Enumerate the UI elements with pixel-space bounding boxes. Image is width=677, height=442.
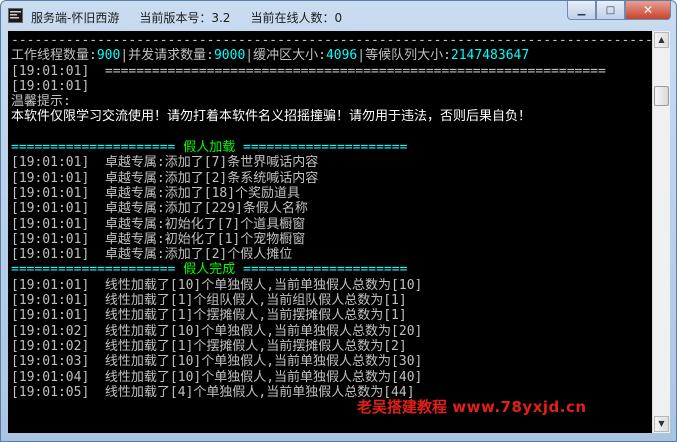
console-line-segment: 工作线程数量: [11,48,97,64]
console-line-segment: 9000 [213,48,246,64]
console-line: [19:01:01] 线性加载了[1]个组队假人,当前组队假人总数为[1] [11,293,407,309]
console-line: [19:01:01] 线性加载了[10]个单独假人,当前单独假人总数为[10] [11,277,423,293]
console-line-segment: |并发请求数量: [120,48,214,64]
scroll-up-arrow[interactable]: ▲ [654,32,669,48]
version-label: 当前版本号：3.2 [139,11,231,25]
console-line: [19:01:01] 线性加载了[1]个摆摊假人,当前摆摊假人总数为[1] [11,308,407,324]
console-line: [19:01:02] 线性加载了[10]个单独假人,当前单独假人总数为[20] [11,323,423,339]
console-line: ===================== 假人加载 =============… [11,140,651,155]
console-output[interactable]: ----------------------------------------… [8,31,652,433]
app-name: 服务端-怀旧西游 [31,11,120,25]
window-title: 服务端-怀旧西游 当前版本号：3.2 当前在线人数：0 [31,9,342,26]
console-line-segment: 假人完成 [175,262,244,278]
console-line-segment: 4096 [325,48,358,64]
maximize-button[interactable]: □ [596,1,625,20]
server-console-window: 服务端-怀旧西游 当前版本号：3.2 当前在线人数：0 ▁ □ ✕ --------… [0,0,677,442]
close-button[interactable]: ✕ [625,1,671,20]
online-count-label: 当前在线人数：0 [250,11,343,25]
console-line: [19:01:01] 卓越专属:初始化了[7]个道具橱窗 [11,216,306,232]
console-line: [19:01:01] 卓越专属:添加了[7]条世界喊话内容 [11,155,319,171]
console-line: [19:01:01] 卓越专属:添加了[2]个假人摊位 [11,247,293,263]
console-line: [19:01:01] =============================… [11,63,606,79]
console-lines: ----------------------------------------… [11,33,651,400]
app-icon [8,8,23,23]
console-line-segment: ===================== [243,140,408,156]
console-line: 本软件仅限学习交流使用！请勿打着本软件名义招摇撞骗！请勿用于违法，否则后果自负！ [11,109,532,125]
minimize-button[interactable]: ▁ [567,1,596,20]
console-line-segment: ===================== [243,262,408,278]
title-bar[interactable]: 服务端-怀旧西游 当前版本号：3.2 当前在线人数：0 ▁ □ ✕ [1,1,676,31]
console-line: [19:01:01] 卓越专属:添加了[18]个奖励道具 [11,185,301,201]
window-controls: ▁ □ ✕ [567,1,671,20]
console-line-segment: 900 [96,48,121,64]
console-line-segment: 2147483647 [450,48,530,64]
console-line: [19:01:02] 线性加载了[1]个摆摊假人,当前摆摊假人总数为[2] [11,338,407,354]
console-line: ----------------------------------------… [11,33,651,48]
console-line: 温馨提示: [11,94,71,110]
console-line-segment: |缓冲区大小: [245,48,326,64]
watermark-url: www.78yxjd.cn [452,398,587,416]
console-line-segment: |等候队列大小: [357,48,451,64]
console-line: [19:01:03] 线性加载了[10]个单独假人,当前单独假人总数为[30] [11,354,423,370]
minimize-icon: ▁ [577,4,586,16]
maximize-icon: □ [605,4,616,16]
console-line: [19:01:01] [11,78,90,94]
console-line-segment: ===================== [11,262,176,278]
scroll-down-arrow[interactable]: ▼ [654,416,669,432]
console-line: [19:01:01] 卓越专属:添加了[2]条系统喊话内容 [11,170,319,186]
console-line: [19:01:01] 卓越专属:添加了[229]条假人名称 [11,201,308,217]
scroll-thumb[interactable] [654,86,669,106]
watermark: 老吴搭建教程 www.78yxjd.cn [357,396,587,417]
console-line: ===================== 假人完成 =============… [11,262,651,277]
vertical-scrollbar[interactable]: ▲ ▼ [652,31,670,433]
console-line: [19:01:01] 卓越专属:初始化了[1]个宠物橱窗 [11,231,306,247]
console-line: 工作线程数量:900|并发请求数量:9000|缓冲区大小:4096|等候队列大小… [11,48,651,63]
console-line: [19:01:04] 线性加载了[10]个单独假人,当前单独假人总数为[40] [11,369,423,385]
watermark-text: 老吴搭建教程 [357,398,448,416]
console-line-segment: ===================== [11,140,176,156]
console-line-segment: 假人加载 [175,140,244,156]
close-icon: ✕ [642,3,654,17]
